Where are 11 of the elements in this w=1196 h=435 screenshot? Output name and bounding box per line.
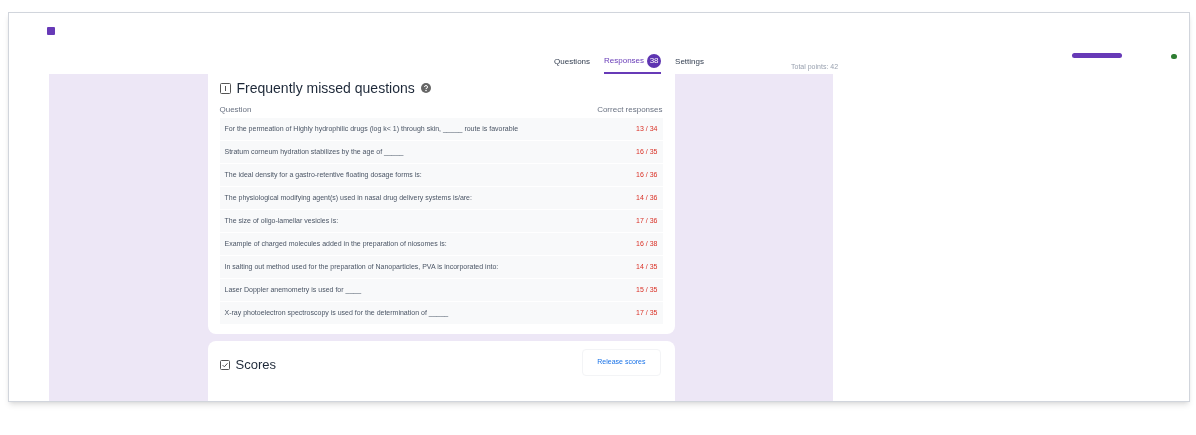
form-icon (47, 27, 55, 36)
checkbox-icon (219, 359, 230, 370)
info-box-icon (219, 82, 231, 94)
help-icon[interactable] (420, 83, 431, 93)
tab[interactable]: Settings (675, 56, 704, 74)
count-badge: 38 (647, 54, 662, 68)
column-header: Correct responses (597, 104, 663, 116)
tab[interactable]: Questions (554, 56, 591, 74)
column-header: Question (219, 104, 252, 116)
section-title: Frequently missed questions (236, 78, 415, 98)
section-title: Scores (235, 356, 276, 374)
